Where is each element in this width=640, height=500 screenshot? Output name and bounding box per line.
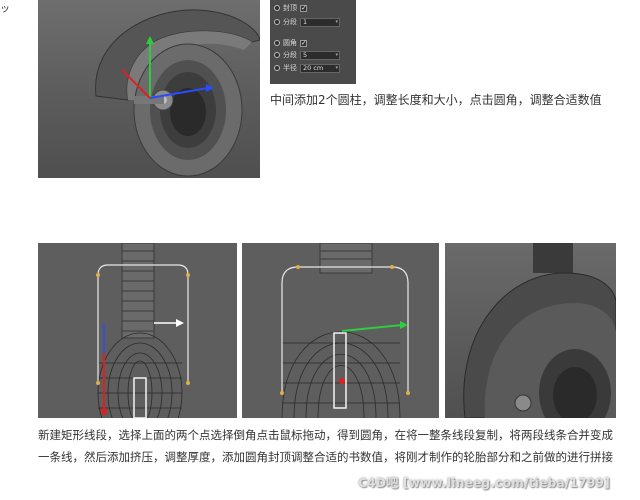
cap-row: 封顶 ✓: [274, 2, 307, 14]
fillet-radius-field[interactable]: 20 cm: [300, 63, 340, 73]
cap-checkbox[interactable]: ✓: [300, 4, 307, 12]
corner-glyph: ッ: [0, 4, 10, 15]
cap-label: 封顶: [283, 4, 297, 12]
fillet-segments-field[interactable]: 5: [300, 50, 340, 60]
fillet-label: 圆角: [283, 39, 297, 47]
cap-segments-row: 分段 1: [274, 16, 340, 28]
cap-segments-field[interactable]: 1: [300, 17, 340, 27]
fillet-segments-radio[interactable]: [274, 52, 280, 58]
viewport-spline-left: [38, 243, 237, 418]
paragraph-line-2: 一条线，然后添加挤压，调整厚度，添加圆角封顶调整合适的书数值，将刚才制作的轮胎部…: [38, 450, 613, 464]
wheel-render-bottom: [445, 243, 616, 418]
fillet-segments-row: 分段 5: [274, 49, 340, 61]
viewport-spline-mid: [242, 243, 439, 418]
fillet-radius-radio[interactable]: [274, 65, 280, 71]
fillet-radio[interactable]: [274, 40, 280, 46]
cap-segments-label: 分段: [283, 18, 297, 26]
fillet-segments-label: 分段: [283, 51, 297, 59]
wheel-render-top: [38, 0, 260, 178]
cylinder-settings-panel: 封顶 ✓ 分段 1 圆角 ✓ 分段 5 半径 20 cm: [270, 0, 356, 84]
fillet-radius-label: 半径: [283, 64, 297, 72]
cap-radio[interactable]: [274, 5, 280, 11]
description-paragraph: 新建矩形线段，选择上面的两个点选择倒角点击鼠标拖动，得到圆角，在将一整条线段复制…: [38, 424, 628, 468]
fillet-checkbox[interactable]: ✓: [300, 39, 307, 47]
fillet-radius-row: 半径 20 cm: [274, 62, 340, 74]
fillet-row: 圆角 ✓: [274, 37, 307, 49]
caption-top: 中间添加2个圆柱，调整长度和大小，点击圆角，调整合适数值: [270, 93, 602, 107]
cap-segments-radio[interactable]: [274, 19, 280, 25]
paragraph-line-1: 新建矩形线段，选择上面的两个点选择倒角点击鼠标拖动，得到圆角，在将一整条线段复制…: [38, 428, 613, 442]
watermark: C4D吧 [www.lineeg.com/tieba/1799]: [358, 476, 610, 490]
